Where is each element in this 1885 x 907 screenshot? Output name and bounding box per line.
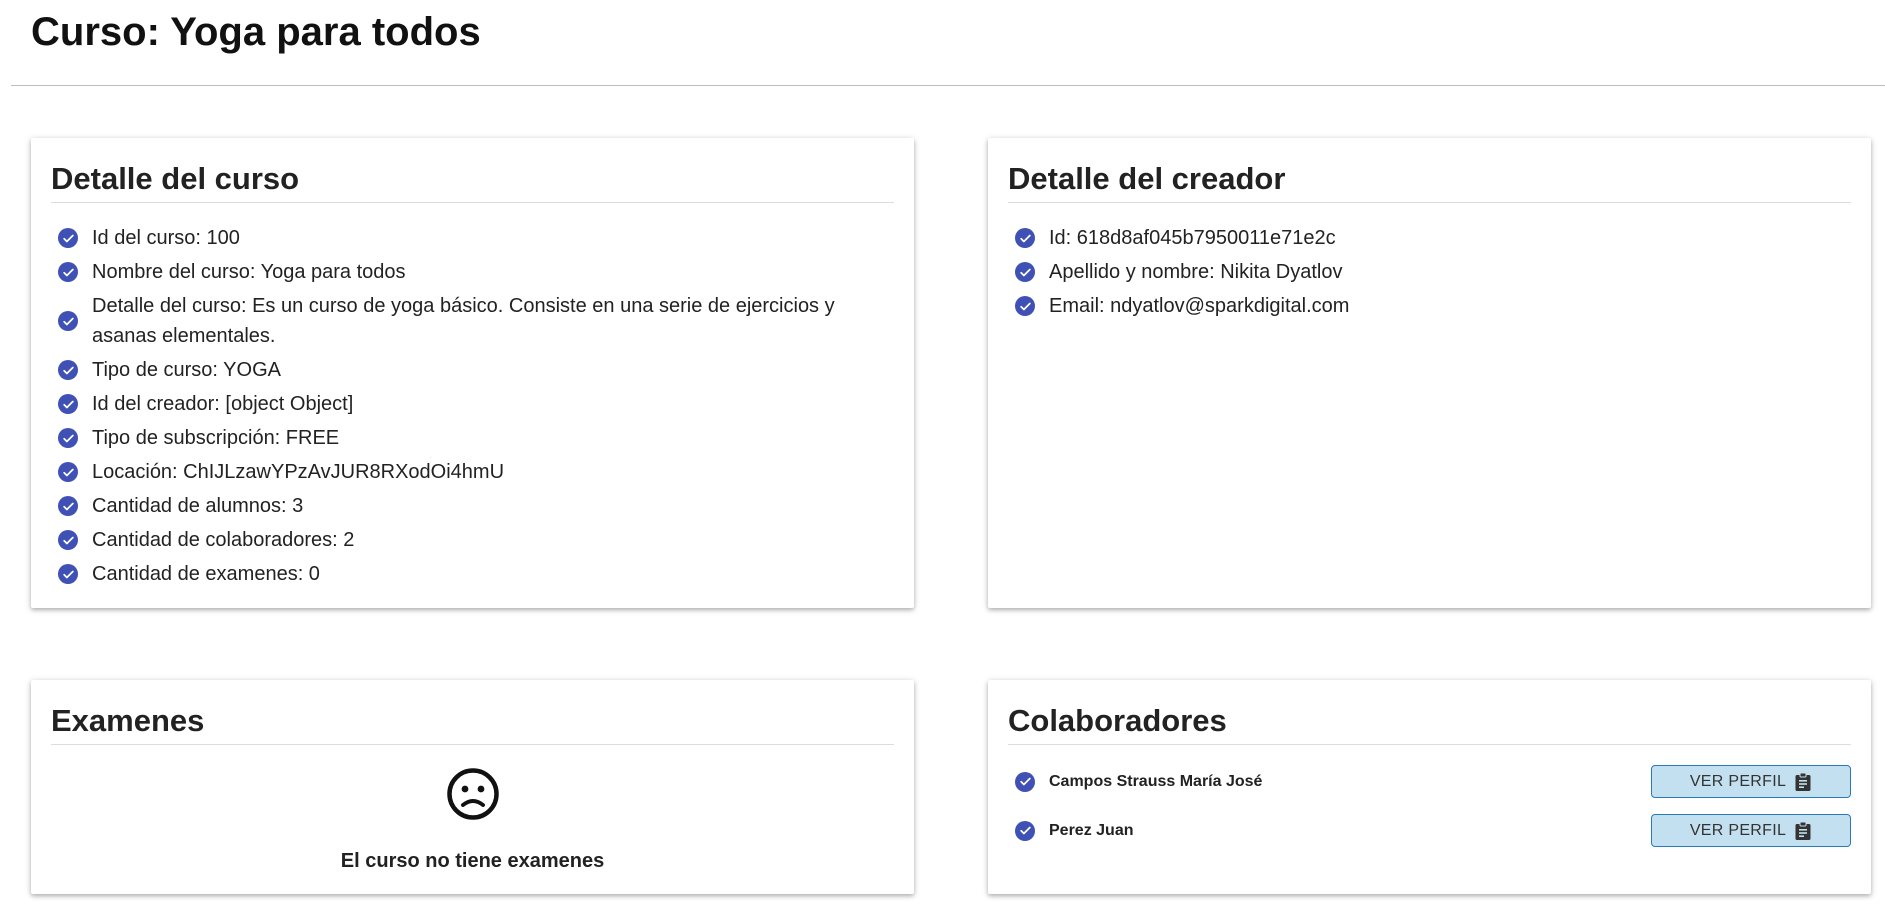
header-divider bbox=[11, 85, 1885, 86]
list-item: Locación: ChIJLzawYPzAvJUR8RXodOi4hmU bbox=[58, 457, 894, 487]
view-profile-label: VER PERFIL bbox=[1689, 821, 1787, 839]
exams-title: Examenes bbox=[51, 702, 894, 745]
creator-detail-list: Id: 618d8af045b7950011e71e2c Apellido y … bbox=[1008, 223, 1851, 321]
check-circle-icon bbox=[1015, 296, 1035, 316]
list-item: Cantidad de colaboradores: 2 bbox=[58, 525, 894, 555]
creator-user-id: Id: 618d8af045b7950011e71e2c bbox=[1049, 227, 1336, 249]
list-item: Apellido y nombre: Nikita Dyatlov bbox=[1015, 257, 1851, 287]
creator-email: Email: ndyatlov@sparkdigital.com bbox=[1049, 295, 1350, 317]
list-item: Id: 618d8af045b7950011e71e2c bbox=[1015, 223, 1851, 253]
subscription-type: Tipo de subscripción: FREE bbox=[92, 427, 340, 449]
clipboard-icon bbox=[1794, 772, 1812, 792]
check-circle-icon bbox=[58, 496, 78, 516]
view-profile-label: VER PERFIL bbox=[1689, 772, 1787, 790]
collaborators-card: Colaboradores Campos Strauss María José … bbox=[988, 680, 1871, 894]
creator-detail-title: Detalle del creador bbox=[1008, 160, 1851, 203]
student-count: Cantidad de alumnos: 3 bbox=[92, 495, 304, 517]
check-circle-icon bbox=[58, 394, 78, 414]
list-item: Tipo de curso: YOGA bbox=[58, 355, 894, 385]
check-circle-icon bbox=[1015, 228, 1035, 248]
collaborators-list: Campos Strauss María José VER PERFIL Per… bbox=[1008, 765, 1851, 847]
course-detail-title: Detalle del curso bbox=[51, 160, 894, 203]
exams-card: Examenes El curso no tiene examenes bbox=[31, 680, 914, 894]
collaborators-title: Colaboradores bbox=[1008, 702, 1851, 745]
page-title: Curso: Yoga para todos bbox=[31, 10, 481, 54]
check-circle-icon bbox=[58, 311, 78, 331]
exam-count: Cantidad de examenes: 0 bbox=[92, 563, 320, 585]
check-circle-icon bbox=[58, 228, 78, 248]
course-detail-card: Detalle del curso Id del curso: 100 Nomb… bbox=[31, 138, 914, 608]
list-item: Id del creador: [object Object] bbox=[58, 389, 894, 419]
course-location: Locación: ChIJLzawYPzAvJUR8RXodOi4hmU bbox=[92, 461, 505, 483]
check-circle-icon bbox=[58, 564, 78, 584]
check-circle-icon bbox=[58, 462, 78, 482]
check-circle-icon bbox=[1015, 262, 1035, 282]
collaborator-name: Campos Strauss María José bbox=[1049, 772, 1263, 790]
clipboard-icon bbox=[1794, 821, 1812, 841]
collaborator-name: Perez Juan bbox=[1049, 821, 1134, 839]
exams-empty-message: El curso no tiene examenes bbox=[340, 850, 605, 872]
collaborator-count: Cantidad de colaboradores: 2 bbox=[92, 529, 355, 551]
list-item: Cantidad de examenes: 0 bbox=[58, 559, 894, 589]
check-circle-icon bbox=[58, 360, 78, 380]
check-circle-icon bbox=[58, 262, 78, 282]
view-profile-button[interactable]: VER PERFIL bbox=[1651, 765, 1851, 798]
collaborator-row: Campos Strauss María José VER PERFIL bbox=[1015, 765, 1851, 798]
check-circle-icon bbox=[58, 530, 78, 550]
list-item: Detalle del curso: Es un curso de yoga b… bbox=[58, 291, 894, 351]
creator-full-name: Apellido y nombre: Nikita Dyatlov bbox=[1049, 261, 1343, 283]
course-name: Nombre del curso: Yoga para todos bbox=[92, 261, 406, 283]
list-item: Id del curso: 100 bbox=[58, 223, 894, 253]
collaborator-row: Perez Juan VER PERFIL bbox=[1015, 814, 1851, 847]
check-circle-icon bbox=[1015, 771, 1035, 792]
creator-id: Id del creador: [object Object] bbox=[92, 393, 354, 415]
sad-face-icon bbox=[446, 767, 500, 821]
view-profile-button[interactable]: VER PERFIL bbox=[1651, 814, 1851, 847]
check-circle-icon bbox=[58, 428, 78, 448]
course-id: Id del curso: 100 bbox=[92, 227, 240, 249]
list-item: Email: ndyatlov@sparkdigital.com bbox=[1015, 291, 1851, 321]
list-item: Cantidad de alumnos: 3 bbox=[58, 491, 894, 521]
list-item: Tipo de subscripción: FREE bbox=[58, 423, 894, 453]
creator-detail-card: Detalle del creador Id: 618d8af045b79500… bbox=[988, 138, 1871, 608]
course-detail-list: Id del curso: 100 Nombre del curso: Yoga… bbox=[51, 223, 894, 589]
exams-empty-state: El curso no tiene examenes bbox=[51, 767, 894, 873]
course-description: Detalle del curso: Es un curso de yoga b… bbox=[92, 295, 835, 347]
list-item: Nombre del curso: Yoga para todos bbox=[58, 257, 894, 287]
check-circle-icon bbox=[1015, 820, 1035, 841]
course-type: Tipo de curso: YOGA bbox=[92, 359, 281, 381]
